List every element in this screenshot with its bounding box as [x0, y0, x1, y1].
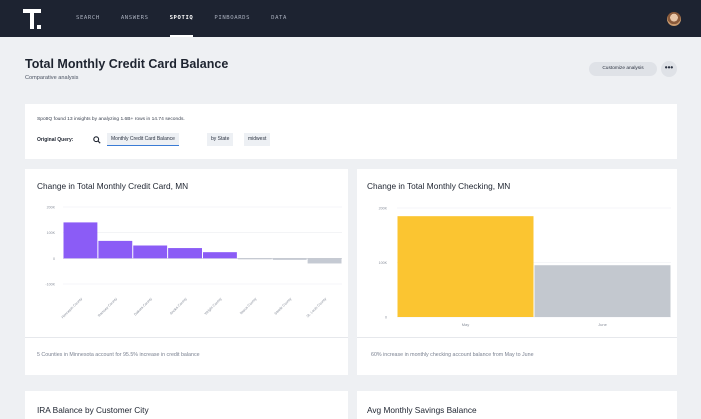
credit-change-chart: 200K 100K 0 -100K Hennepin County Ramsey Coun… — [45, 206, 342, 320]
checking-change-chart: 200K 100K 0 May June — [379, 207, 671, 327]
page-subtitle: Comparative analysis — [25, 75, 79, 81]
x-tick-label: May — [462, 322, 470, 327]
x-tick-label: Anoka County — [169, 297, 188, 316]
thoughtspot-logo-icon[interactable] — [23, 9, 41, 29]
y-tick-label: 100K — [379, 261, 388, 265]
y-tick-label: 200K — [379, 207, 388, 211]
chart-title: Change in Total Monthly Checking, MN — [367, 181, 511, 191]
x-tick-label: St. Louis County — [306, 297, 328, 319]
bar — [272, 258, 307, 260]
summary-text: SpotIQ found 13 insights by analyzing 1.… — [37, 117, 185, 122]
chart-title: IRA Balance by Customer City — [37, 405, 149, 415]
insight-footer: 60% increase in monthly checking account… — [371, 352, 534, 358]
card-divider — [25, 337, 348, 338]
x-tick-label: Ramsey County — [97, 297, 118, 318]
original-query-label: Original Query: — [37, 137, 74, 143]
query-token-filter[interactable]: midwest — [244, 133, 271, 146]
y-tick-label: 100K — [47, 231, 56, 235]
top-nav: SEARCH ANSWERS SPOTIQ PINBOARDS DATA — [0, 0, 701, 37]
bar — [534, 265, 671, 317]
nav-pinboards[interactable]: PINBOARDS — [214, 0, 250, 37]
user-avatar[interactable] — [667, 12, 681, 26]
chart-title: Avg Monthly Savings Balance — [367, 405, 477, 415]
x-tick-label: Steele County — [274, 297, 293, 316]
card-divider — [357, 337, 677, 338]
insight-card-savings[interactable]: Avg Monthly Savings Balance — [357, 391, 677, 419]
bar — [397, 216, 534, 317]
bar — [307, 258, 342, 264]
bar — [98, 240, 133, 259]
nav-spotiq[interactable]: SPOTIQ — [169, 0, 194, 37]
insight-card-credit[interactable]: Change in Total Monthly Credit Card, MN … — [25, 169, 348, 375]
nav-answers[interactable]: ANSWERS — [121, 0, 149, 37]
bar — [168, 248, 202, 259]
bar — [203, 252, 237, 259]
y-tick-label: -100K — [45, 283, 55, 287]
x-tick-label: Itasca County — [239, 297, 258, 316]
x-tick-label: June — [598, 322, 607, 327]
query-token-measure[interactable]: Monthly Credit Card Balance — [107, 133, 179, 146]
x-tick-label: Dakota County — [133, 297, 153, 317]
more-options-button[interactable]: ••• — [661, 61, 677, 77]
customize-analysis-button[interactable]: Customize analysis — [589, 62, 657, 76]
bar — [63, 222, 98, 259]
x-tick-label: Hennepin County — [61, 297, 84, 320]
x-tick-label: Wright County — [204, 297, 223, 316]
summary-card: SpotIQ found 13 insights by analyzing 1.… — [25, 104, 677, 159]
bar — [133, 245, 168, 259]
nav-data[interactable]: DATA — [271, 0, 287, 37]
chart-title: Change in Total Monthly Credit Card, MN — [37, 181, 189, 191]
insight-footer: 5 Counties in Minnesota account for 95.5… — [37, 352, 200, 358]
bar — [237, 258, 272, 260]
nav-search[interactable]: SEARCH — [76, 0, 100, 37]
page-title: Total Monthly Credit Card Balance — [25, 57, 229, 71]
y-tick-label: 200K — [47, 206, 56, 210]
query-token-groupby[interactable]: by State — [207, 133, 234, 146]
y-tick-label: 0 — [385, 316, 387, 320]
y-tick-label: 0 — [53, 257, 55, 261]
insight-card-ira[interactable]: IRA Balance by Customer City — [25, 391, 348, 419]
search-icon — [93, 136, 101, 144]
insight-card-checking[interactable]: Change in Total Monthly Checking, MN 200… — [357, 169, 677, 375]
